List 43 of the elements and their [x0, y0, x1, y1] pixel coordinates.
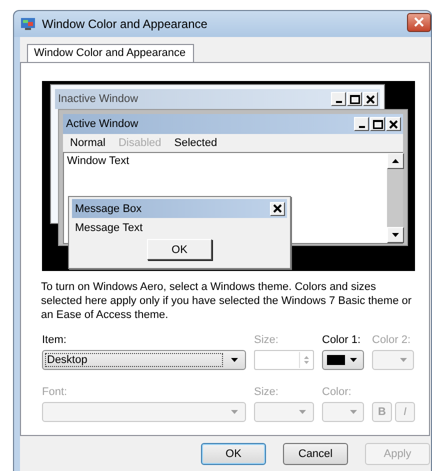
message-text: Message Text: [74, 221, 144, 234]
scrollbar[interactable]: [387, 153, 403, 243]
dropdown-arrow-icon: [299, 410, 306, 414]
minimize-icon: [358, 126, 364, 128]
close-icon: [413, 17, 425, 27]
close-icon: [389, 120, 398, 128]
window-title: Inactive Window: [58, 93, 140, 105]
monitor-icon: [20, 17, 36, 31]
description-text: To turn on Windows Aero, select a Windows theme. Colors and sizes selected here apply only if you have selected the Windows 7 Basic theme or an Ease of Access theme.: [41, 280, 413, 322]
down-arrow-icon: [304, 361, 308, 364]
ok-button[interactable]: OK: [201, 443, 266, 465]
close-button[interactable]: [407, 12, 431, 32]
field-label: Font:: [42, 386, 68, 399]
dropdown-arrow-icon: [231, 410, 238, 414]
close-icon: [366, 94, 375, 104]
dropdown-arrow-icon: [350, 358, 357, 362]
color-picker[interactable]: [322, 350, 364, 370]
dropdown-arrow-icon: [400, 358, 407, 362]
field-label: Size:: [254, 334, 280, 347]
window-text: Window Text: [67, 155, 130, 167]
close-icon: [273, 204, 282, 213]
minimize-button[interactable]: [354, 117, 369, 131]
window-title: Active Window: [66, 118, 140, 130]
minimize-icon: [336, 101, 342, 103]
up-arrow-icon: [304, 356, 308, 359]
dropdown-arrow-icon: [350, 410, 357, 414]
field-label: Color 2:: [372, 334, 412, 347]
maximize-icon: [350, 94, 360, 104]
maximize-button[interactable]: [370, 117, 385, 131]
dropdown-arrow-icon: [231, 358, 238, 362]
dialog-button[interactable]: Cancel: [283, 443, 348, 465]
menu-item[interactable]: Selected: [174, 137, 218, 149]
maximize-icon: [372, 120, 382, 128]
message-box-title: Message Box: [75, 202, 143, 214]
menu-item[interactable]: Normal: [70, 137, 106, 149]
window-title: Window Color and Appearance: [42, 17, 208, 31]
field-label: Item:: [42, 334, 68, 347]
ok-button[interactable]: OK: [147, 239, 212, 260]
field-label: Color 1:: [322, 334, 362, 347]
field-label: Size:: [254, 386, 280, 399]
field-label: Color:: [322, 386, 352, 399]
dropdown[interactable]: Desktop: [42, 350, 246, 370]
tab[interactable]: Window Color and Appearance: [27, 44, 194, 62]
